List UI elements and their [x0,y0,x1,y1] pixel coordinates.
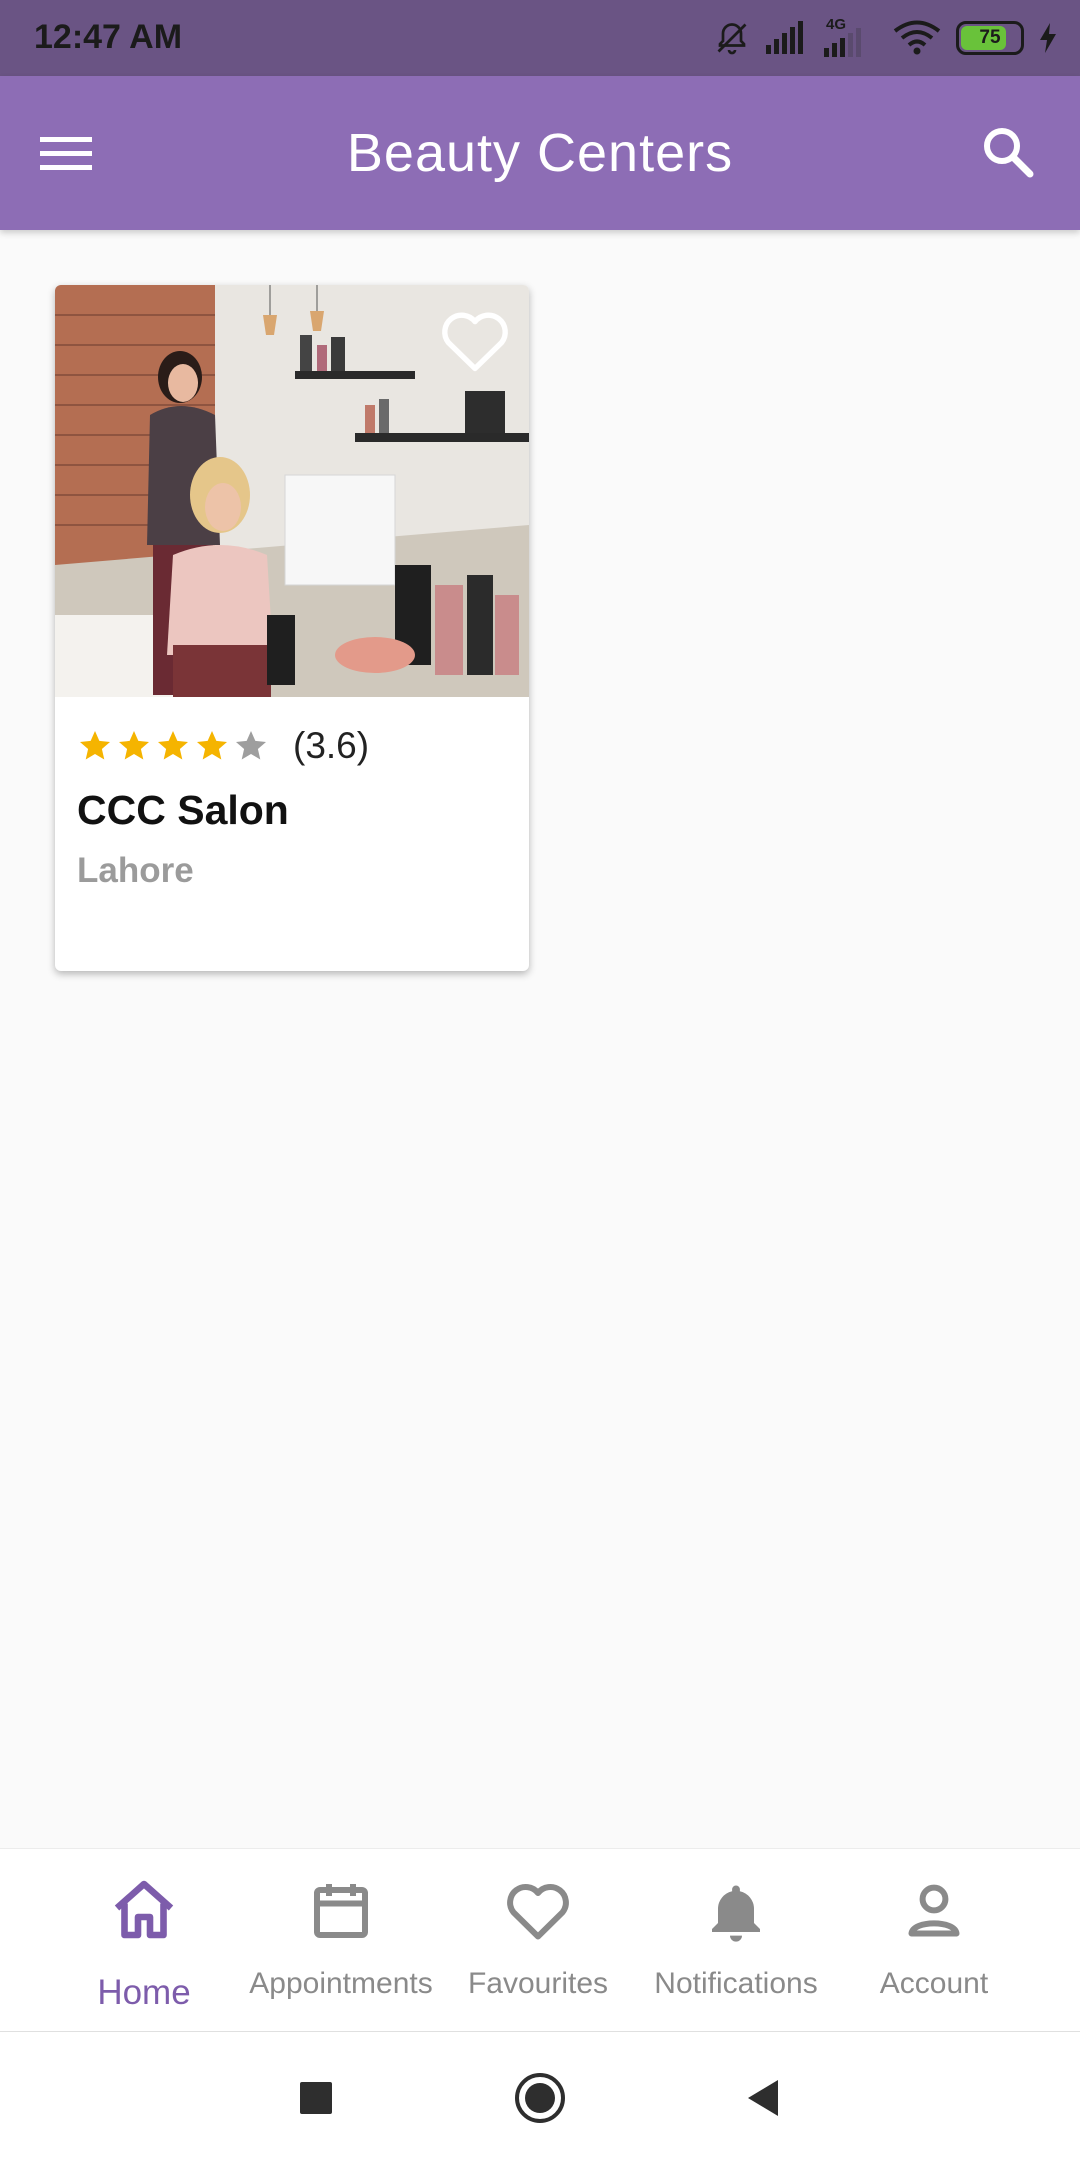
star-filled-icon [158,731,188,760]
status-time: 12:47 AM [34,18,183,56]
nav-appointments[interactable]: Appointments [241,1849,441,2029]
recents-button[interactable] [288,2070,344,2126]
page-title: Beauty Centers [346,123,734,183]
person-icon [908,1884,960,1937]
salon-name: CCC Salon [77,787,289,833]
status-icons: 4G 75 [714,14,1058,62]
nav-account[interactable]: Account [834,1849,1034,2029]
star-filled-icon [197,731,227,760]
heart-icon [507,1884,569,1940]
square-icon [300,2082,332,2114]
app-bar: Beauty Centers [0,76,1080,230]
favourite-button[interactable] [437,305,513,375]
battery-level: 75 [979,27,1001,48]
search-icon [984,128,1034,178]
salon-card[interactable]: (3.6) CCC Salon Lahore [55,285,529,971]
calendar-icon [314,1884,368,1938]
bottom-navigation: Home Appointments Favourites Notificatio… [0,1848,1080,2033]
home-icon [114,1880,174,1939]
circle-icon [515,2073,565,2123]
battery-icon: 75 [956,21,1024,55]
rating-value: (3.6) [293,725,370,766]
rating-row: (3.6) [77,721,369,771]
nav-notifications[interactable]: Notifications [636,1849,836,2029]
muted-bell-icon [717,23,747,55]
signal-4g-icon: 4G [820,16,878,58]
home-system-button[interactable] [512,2070,568,2126]
bell-icon [712,1885,760,1942]
nav-label: Account [879,1967,989,2000]
back-triangle-icon [748,2080,778,2116]
wifi-icon [893,20,941,55]
back-button[interactable] [736,2070,792,2126]
system-navigation [0,2032,1080,2160]
nav-home[interactable]: Home [44,1849,244,2029]
signal-icon [766,21,803,54]
salon-location: Lahore [77,851,194,890]
charging-icon [1040,23,1056,53]
heart-outline-icon [442,312,508,372]
star-filled-icon [80,731,110,760]
search-button[interactable] [978,118,1050,190]
status-bar: 12:47 AM 4G 75 [0,0,1080,76]
star-filled-icon [119,731,149,760]
rating-stars [77,728,269,764]
nav-favourites[interactable]: Favourites [438,1849,638,2029]
star-empty-icon [236,731,266,760]
